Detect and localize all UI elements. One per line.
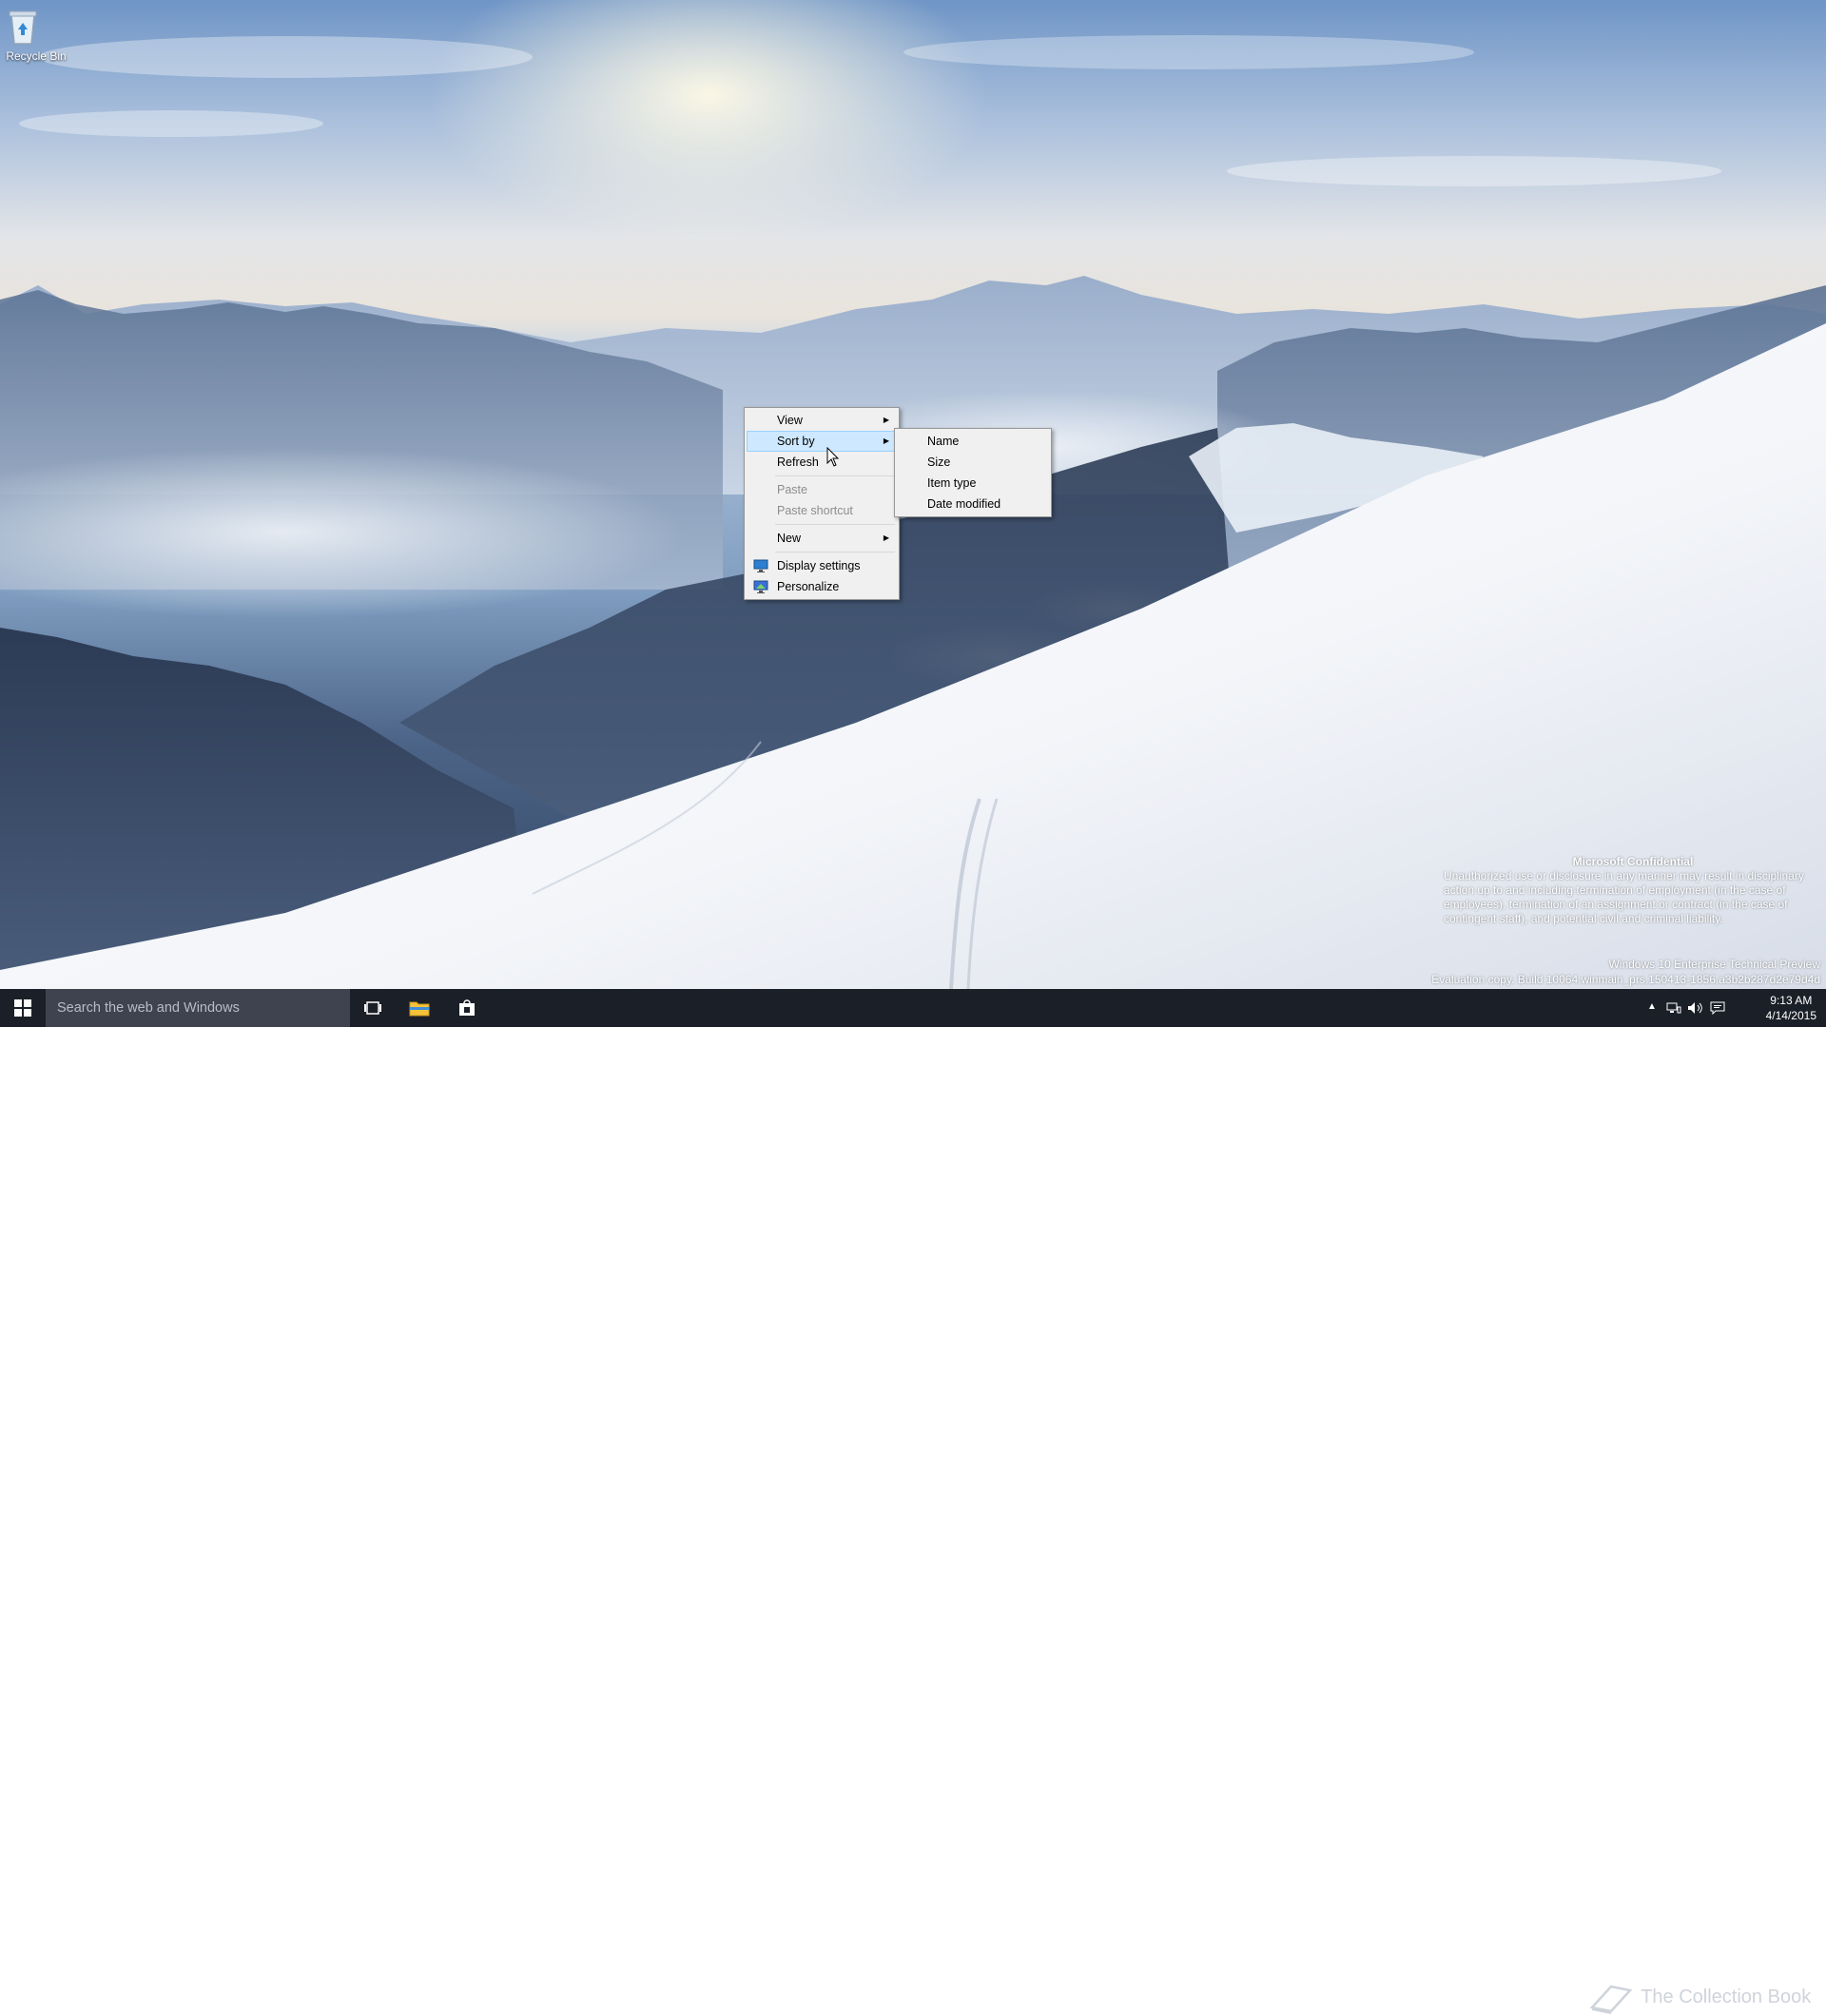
recycle-bin-icon [9,6,57,48]
taskbar: Search the web and Windows The Collectio… [0,989,1826,2014]
clock-time: 9:13 AM [1770,994,1813,1007]
search-placeholder: Search the web and Windows [57,1000,240,1016]
submenu-item-date-modified[interactable]: Date modified [897,494,1049,514]
desktop-context-menu: View ▶ Sort by ▶ Refresh Paste Paste sho… [744,407,900,600]
store-button[interactable] [443,989,491,1027]
menu-item-view[interactable]: View ▶ [747,410,897,431]
build-watermark: Windows 10 Enterprise Technical Preview … [1431,957,1820,987]
confidential-body: Unauthorized use or disclosure in any ma… [1444,869,1804,925]
menu-item-paste[interactable]: Paste [747,479,897,500]
sort-by-submenu: Name Size Item type Date modified [894,428,1052,517]
menu-separator [775,475,895,476]
menu-item-label: Paste [777,483,807,496]
menu-item-sort-by[interactable]: Sort by ▶ [747,431,897,452]
menu-item-label: Refresh [777,456,819,469]
network-icon[interactable] [1666,1001,1681,1015]
windows-logo-icon [14,999,31,1017]
store-icon [459,999,475,1016]
task-view-button[interactable] [350,989,396,1027]
menu-item-label: Name [927,435,960,448]
menu-item-label: Item type [927,476,977,490]
menu-item-personalize[interactable]: Personalize [747,576,897,597]
menu-item-paste-shortcut[interactable]: Paste shortcut [747,500,897,521]
menu-item-label: Sort by [777,435,815,448]
mouse-cursor-icon [826,447,840,467]
menu-item-label: View [777,414,803,427]
book-logo-icon [1589,1985,1633,2014]
submenu-arrow-icon: ▶ [883,416,889,424]
volume-icon[interactable] [1687,1001,1704,1015]
menu-item-label: New [777,532,802,545]
taskbar-clock[interactable]: 9:13 AM 4/14/2015 [1766,993,1816,1023]
menu-item-label: Date modified [927,497,1001,511]
start-button[interactable] [0,989,46,1027]
task-view-icon [364,1001,381,1015]
confidential-title: Microsoft Confidential [1572,855,1694,868]
menu-item-refresh[interactable]: Refresh [747,452,897,473]
menu-item-label: Paste shortcut [777,504,853,517]
show-hidden-icons-button[interactable]: ▲ [1647,1001,1657,1012]
confidential-watermark: Microsoft Confidential Unauthorized use … [1444,855,1822,926]
overlay-brand: The Collection Book [1586,1978,1811,2016]
personalize-icon [753,579,768,594]
menu-item-label: Personalize [777,580,840,593]
submenu-item-item-type[interactable]: Item type [897,473,1049,494]
clock-date: 4/14/2015 [1765,1009,1816,1022]
menu-item-label: Display settings [777,559,861,572]
build-text: Evaluation copy. Build 10064.winmain_prs… [1431,973,1820,986]
edition-text: Windows 10 Enterprise Technical Preview [1608,958,1820,971]
action-center-icon[interactable] [1710,1001,1725,1015]
file-explorer-icon [409,1001,430,1017]
menu-item-display-settings[interactable]: Display settings [747,555,897,576]
desktop-icon-label: Recycle Bin [6,49,67,63]
menu-item-label: Size [927,456,951,469]
taskbar-search-box[interactable]: Search the web and Windows [46,989,350,1027]
submenu-item-size[interactable]: Size [897,452,1049,473]
overlay-brand-text: The Collection Book [1641,1987,1812,2007]
submenu-arrow-icon: ▶ [883,436,889,445]
submenu-arrow-icon: ▶ [883,533,889,542]
desktop-icon-recycle-bin[interactable]: Recycle Bin [2,6,70,63]
file-explorer-button[interactable] [396,989,443,1027]
submenu-item-name[interactable]: Name [897,431,1049,452]
menu-separator [775,524,895,525]
display-settings-icon [753,558,768,573]
desktop-wallpaper[interactable]: Recycle Bin View ▶ Sort by ▶ Refresh Pas… [0,0,1826,989]
menu-item-new[interactable]: New ▶ [747,528,897,549]
system-tray: ▲ 9:13 AM 4/14/2015 [1645,989,1826,1027]
